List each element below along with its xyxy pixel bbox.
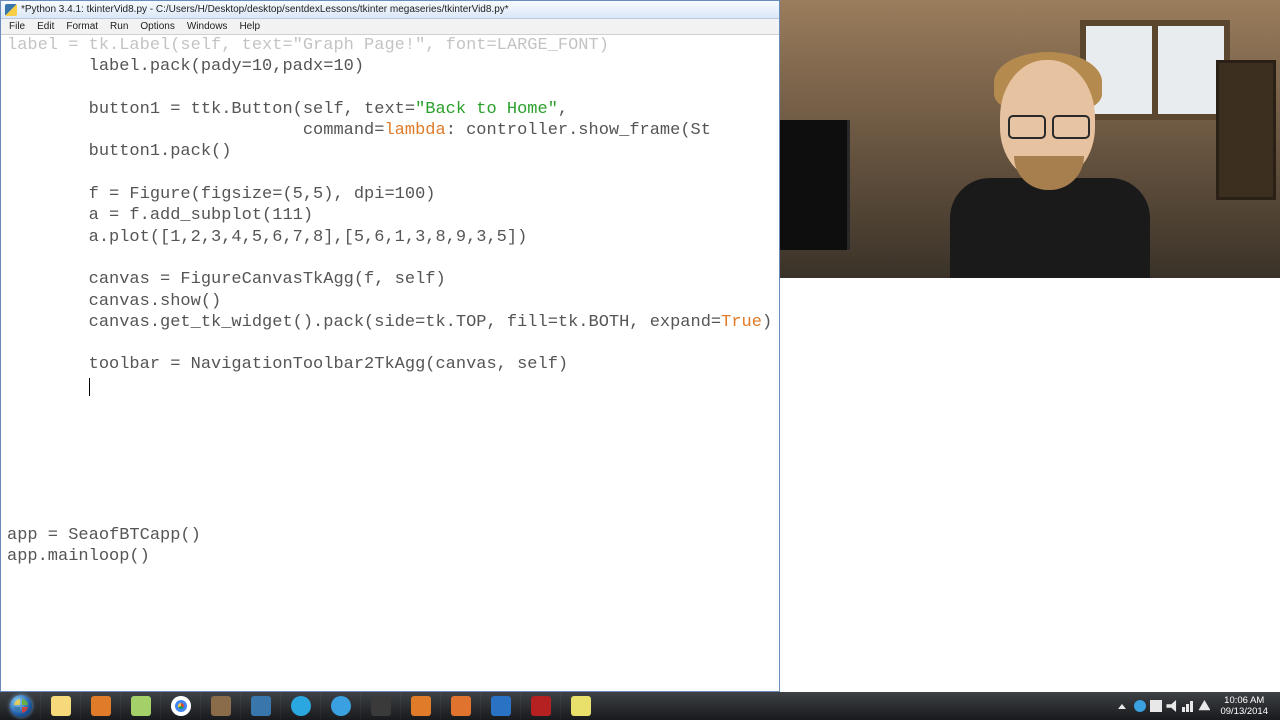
code-line: label.pack(pady=10,padx=10) (7, 57, 364, 76)
menu-help[interactable]: Help (233, 20, 266, 33)
code-line: button1.pack() (7, 142, 231, 161)
network-icon[interactable] (1182, 700, 1194, 712)
presenter (950, 60, 1130, 278)
code-string: "Back to Home" (415, 100, 558, 119)
monitor-edge (780, 120, 850, 250)
taskbar: 10:06 AM 09/13/2014 (0, 692, 1280, 720)
filezilla-icon[interactable] (520, 693, 560, 719)
gimp-icon[interactable] (200, 693, 240, 719)
code-line: canvas.show() (7, 292, 221, 311)
code-line: a.plot([1,2,3,4,5,6,7,8],[5,6,1,3,8,9,3,… (7, 228, 527, 247)
blender-icon[interactable] (440, 693, 480, 719)
code-line: f = Figure(figsize=(5,5), dpi=100) (7, 185, 435, 204)
menubar: File Edit Format Run Options Windows Hel… (1, 19, 779, 35)
code-editor[interactable]: label = tk.Label(self, text="Graph Page!… (1, 35, 779, 691)
idle-editor-window: *Python 3.4.1: tkinterVid8.py - C:/Users… (0, 0, 780, 692)
code-line: command= (7, 121, 384, 140)
text-cursor (89, 378, 90, 396)
code-line (7, 377, 89, 396)
menu-run[interactable]: Run (104, 20, 134, 33)
clock-time: 10:06 AM (1220, 695, 1268, 706)
menu-options[interactable]: Options (134, 20, 180, 33)
code-line: canvas = FigureCanvasTkAgg(f, self) (7, 270, 446, 289)
bookshelf (1216, 60, 1276, 200)
tray-expand-icon[interactable] (1118, 704, 1126, 709)
speaker-icon[interactable] (1166, 700, 1178, 712)
idle-icon[interactable] (240, 693, 280, 719)
explorer-icon[interactable] (40, 693, 80, 719)
windows-orb-icon (10, 695, 32, 717)
clock-date: 09/13/2014 (1220, 706, 1268, 717)
menu-windows[interactable]: Windows (181, 20, 234, 33)
menu-format[interactable]: Format (60, 20, 104, 33)
teamviewer-icon[interactable] (480, 693, 520, 719)
notepadpp-icon[interactable] (120, 693, 160, 719)
glasses-icon (1008, 115, 1090, 137)
obs-icon[interactable] (360, 693, 400, 719)
titlebar[interactable]: *Python 3.4.1: tkinterVid8.py - C:/Users… (1, 1, 779, 19)
code-keyword: lambda (384, 121, 445, 140)
wmp-icon[interactable] (80, 693, 120, 719)
firefox-icon[interactable] (400, 693, 440, 719)
start-button[interactable] (2, 693, 40, 719)
python-icon (5, 4, 17, 16)
chrome-icon[interactable] (160, 693, 200, 719)
window-title: *Python 3.4.1: tkinterVid8.py - C:/Users… (21, 4, 509, 15)
skype-icon[interactable] (280, 693, 320, 719)
putty-icon[interactable] (560, 693, 600, 719)
code-line: toolbar = NavigationToolbar2TkAgg(canvas… (7, 355, 568, 374)
tray-icon[interactable] (1150, 700, 1162, 712)
code-line: a = f.add_subplot(111) (7, 206, 313, 225)
webcam-overlay (780, 0, 1280, 278)
code-line: label = tk.Label(self, text="Graph Page!… (7, 36, 609, 55)
menu-edit[interactable]: Edit (31, 20, 60, 33)
tray-icon[interactable] (1134, 700, 1146, 712)
action-center-icon[interactable] (1198, 700, 1210, 712)
ie-icon[interactable] (320, 693, 360, 719)
code-line: button1 = ttk.Button(self, text= (7, 100, 415, 119)
editor-continuation (780, 278, 1280, 692)
code-line: app = SeaofBTCapp() (7, 526, 201, 545)
clock[interactable]: 10:06 AM 09/13/2014 (1214, 695, 1274, 717)
menu-file[interactable]: File (3, 20, 31, 33)
code-keyword: True (721, 313, 762, 332)
system-tray[interactable]: 10:06 AM 09/13/2014 (1118, 695, 1280, 717)
code-line: app.mainloop() (7, 547, 150, 566)
code-line: canvas.get_tk_widget().pack(side=tk.TOP,… (7, 313, 721, 332)
